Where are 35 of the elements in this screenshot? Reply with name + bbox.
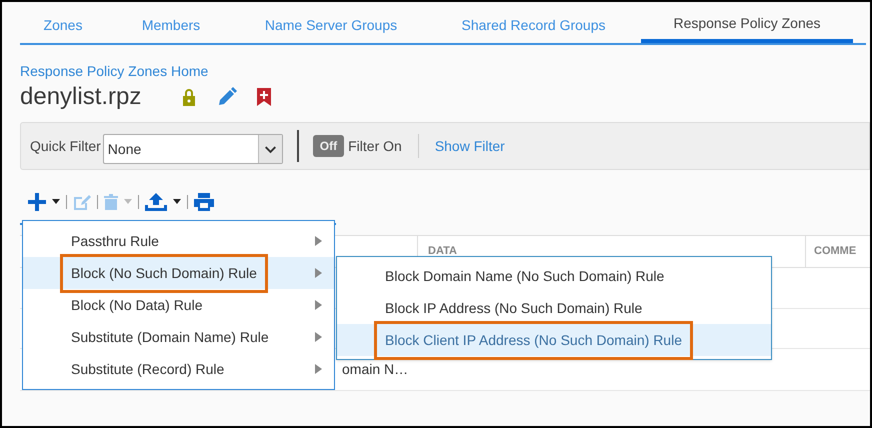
menu-item[interactable]: Substitute (Record) Rule [23, 353, 334, 385]
submenu-arrow-icon [315, 236, 322, 246]
table-cell-text: omain N… [342, 360, 408, 379]
tab[interactable]: Members [106, 8, 236, 43]
pencil-icon[interactable] [217, 87, 238, 107]
filter-toggle[interactable]: Off [312, 135, 344, 157]
plus-icon[interactable] [28, 193, 46, 211]
column-header[interactable]: COMME [814, 243, 856, 260]
submenu-arrow-icon [315, 300, 322, 310]
caret-icon[interactable] [258, 135, 282, 163]
bookmark-icon[interactable] [257, 88, 272, 106]
column-header[interactable]: DATA [428, 243, 457, 260]
menu-item[interactable]: Block IP Address (No Such Domain) Rule [337, 292, 771, 324]
filter-on-label: Filter On [348, 136, 402, 156]
page-title: denylist.rpz [20, 82, 142, 112]
tab[interactable]: Shared Record Groups [426, 8, 641, 43]
caret-icon[interactable] [173, 199, 181, 205]
quick-filter-dropdown[interactable]: None [102, 134, 283, 164]
breadcrumb-link[interactable]: Response Policy Zones Home [20, 62, 208, 80]
tab[interactable]: Name Server Groups [236, 8, 426, 43]
submenu-arrow-icon [315, 268, 322, 278]
menu-item[interactable]: Passthru Rule [23, 225, 334, 257]
quick-filter-label: Quick Filter [30, 136, 101, 156]
menu-item[interactable]: Block (No Data) Rule [23, 289, 334, 321]
tab[interactable]: Zones [20, 8, 106, 43]
lock-icon[interactable] [181, 88, 198, 106]
menu-item[interactable]: Substitute (Domain Name) Rule [23, 321, 334, 353]
submenu-arrow-icon [315, 332, 322, 342]
upload-icon[interactable] [145, 193, 167, 211]
tab[interactable]: Response Policy Zones [641, 8, 853, 43]
menu-item[interactable]: Block Domain Name (No Such Domain) Rule [337, 260, 771, 292]
print-icon[interactable] [194, 193, 214, 211]
submenu-arrow-icon [315, 364, 322, 374]
show-filter-link[interactable]: Show Filter [434, 136, 505, 156]
caret-icon[interactable] [52, 199, 60, 205]
